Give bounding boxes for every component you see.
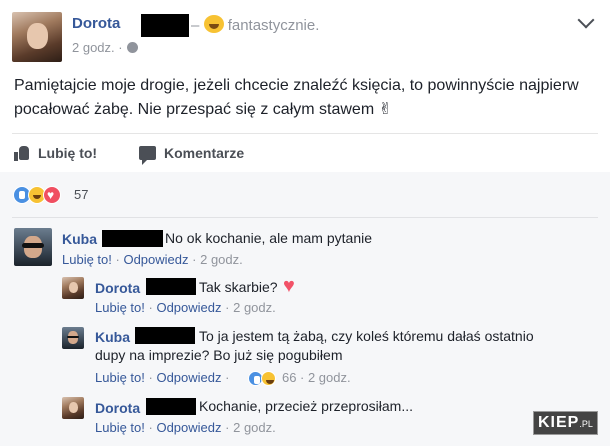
comment-reply-link[interactable]: Odpowiedz (156, 300, 221, 315)
post-timestamp[interactable]: 2 godz. · (72, 40, 138, 55)
comment-reply-link[interactable]: Odpowiedz (156, 370, 221, 385)
laughing-emoji-icon (203, 15, 224, 33)
heart-emoji: ♥ (283, 275, 295, 297)
redacted-surname (146, 398, 196, 415)
comment-timestamp[interactable]: 2 godz. (233, 420, 276, 435)
comment-like-link[interactable]: Lubię to! (95, 420, 145, 435)
comment-meta: Lubię to! · Odpowiedz · 2 godz. (95, 300, 276, 315)
comment-meta: Lubię to! · Odpowiedz · 2 godz. (95, 420, 276, 435)
comment-timestamp[interactable]: 2 godz. (308, 370, 351, 385)
comment-reaction-count: 66 (282, 370, 297, 385)
comment-author[interactable]: Dorota (95, 400, 140, 416)
divider-comments (12, 217, 598, 218)
feeling-separator: – (191, 17, 200, 34)
meta-separator: · (225, 300, 230, 315)
comment-button-label: Komentarze (164, 145, 245, 161)
comment-text-line2: dupy na imprezie? Bo już się pogubiłem (95, 347, 343, 363)
comment-icon (139, 146, 156, 165)
meta-separator: · (148, 300, 153, 315)
facebook-post: Dorota – fantastycznie. 2 godz. · Pamięt… (0, 0, 610, 446)
comment-author[interactable]: Kuba (62, 231, 97, 247)
reactions-count: 57 (74, 187, 89, 202)
chevron-down-icon[interactable] (577, 11, 595, 29)
meta-separator: · (300, 370, 305, 385)
meta-separator: · (148, 420, 153, 435)
post-text: Pamiętajcie moje drogie, jeżeli chcecie … (14, 77, 579, 118)
comment-meta-time: · 2 godz. (300, 370, 351, 385)
comment-meta: Lubię to! · Odpowiedz · (95, 370, 229, 385)
feeling-activity: – fantastycznie. (191, 15, 319, 34)
meta-separator: · (115, 252, 120, 267)
post-author-avatar[interactable] (12, 12, 62, 62)
feeling-text: fantastycznie. (227, 17, 320, 34)
comment-author[interactable]: Kuba (95, 329, 130, 345)
meta-separator: · (225, 420, 230, 435)
redacted-surname (135, 327, 195, 344)
comment-reply-link[interactable]: Odpowiedz (156, 420, 221, 435)
redacted-surname (102, 230, 163, 247)
comment-timestamp[interactable]: 2 godz. (200, 252, 243, 267)
commenter-avatar[interactable] (62, 277, 84, 299)
redacted-surname (141, 14, 189, 37)
post-author-name[interactable]: Dorota (72, 15, 120, 32)
comment-like-link[interactable]: Lubię to! (95, 370, 145, 385)
victory-hand-emoji: ✌ (378, 101, 393, 118)
post-body: Pamiętajcie moje drogie, jeżeli chcecie … (14, 74, 594, 122)
comment-text-line1: To ja jestem tą żabą, czy koleś któremu … (199, 328, 534, 344)
love-reaction-icon (43, 186, 61, 204)
comment-reply-link[interactable]: Odpowiedz (123, 252, 188, 267)
comment-like-link[interactable]: Lubię to! (62, 252, 112, 267)
like-button-label: Lubię to! (38, 145, 98, 161)
comment-meta: Lubię to! · Odpowiedz · 2 godz. (62, 252, 243, 267)
commenter-avatar[interactable] (62, 327, 84, 349)
meta-separator: · (118, 40, 123, 55)
comment-text: Kochanie, przecież przeprosiłam... (199, 398, 413, 414)
meta-separator: · (225, 370, 230, 385)
comment-text: No ok kochanie, ale mam pytanie (165, 230, 372, 246)
comment-text: Tak skarbie? (199, 279, 278, 295)
thumbs-up-icon (14, 146, 30, 162)
meta-separator: · (148, 370, 153, 385)
divider-top (12, 133, 598, 134)
meta-separator: · (192, 252, 197, 267)
commenter-avatar[interactable] (62, 397, 84, 419)
commenter-avatar[interactable] (14, 228, 52, 266)
comment-timestamp[interactable]: 2 godz. (233, 300, 276, 315)
haha-reaction-icon (261, 371, 276, 386)
comment-author[interactable]: Dorota (95, 280, 140, 296)
redacted-surname (146, 278, 196, 295)
kiep-watermark-logo: KIEP.PL (533, 411, 598, 435)
globe-icon (126, 42, 138, 53)
comment-like-link[interactable]: Lubię to! (95, 300, 145, 315)
